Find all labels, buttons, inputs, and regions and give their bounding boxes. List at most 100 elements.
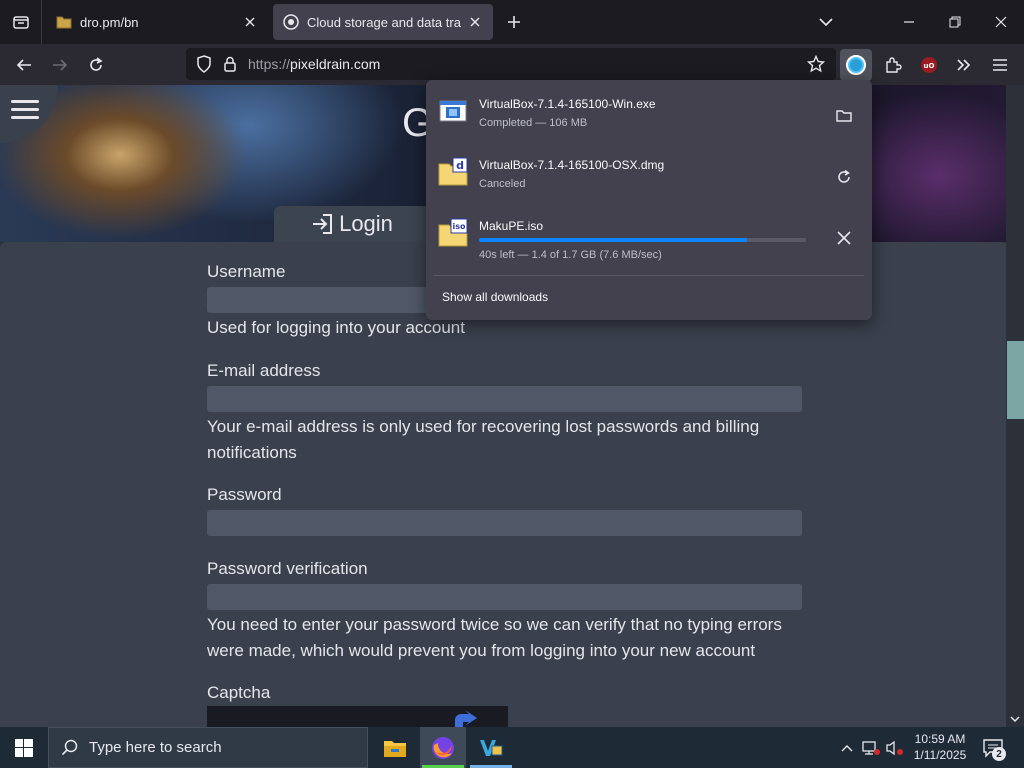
list-all-tabs-button[interactable]	[814, 10, 838, 34]
navigation-toolbar: https://pixeldrain.com uO	[0, 44, 1024, 85]
url-bar[interactable]: https://pixeldrain.com	[186, 48, 836, 80]
email-input[interactable]	[207, 386, 802, 412]
chevron-down-icon	[819, 18, 833, 27]
minimize-button[interactable]	[886, 0, 932, 44]
download-progress-fill	[479, 238, 748, 242]
search-icon	[61, 739, 79, 757]
login-tab-label: Login	[339, 211, 393, 236]
download-item[interactable]: d VirtualBox-7.1.4-165100-OSX.dmg Cancel…	[426, 141, 872, 199]
notification-badge: 2	[992, 747, 1006, 761]
email-label: E-mail address	[207, 361, 321, 380]
shield-icon[interactable]	[194, 54, 214, 74]
url-text[interactable]: https://pixeldrain.com	[248, 56, 380, 72]
captcha-widget[interactable]	[207, 706, 508, 727]
scroll-down-icon[interactable]	[1009, 713, 1021, 725]
bookmark-star-icon[interactable]	[806, 54, 826, 74]
notifications-button[interactable]: 2	[980, 735, 1006, 761]
virtualbox-app[interactable]	[468, 727, 514, 768]
captcha-label: Captcha	[207, 683, 271, 702]
url-scheme: https://	[248, 56, 291, 72]
scrollbar-thumb[interactable]	[1007, 341, 1024, 419]
reload-icon	[90, 57, 103, 71]
tab-title: dro.pm/bn	[80, 14, 139, 30]
tab-list-icon	[12, 16, 29, 29]
puzzle-icon	[886, 57, 902, 73]
login-tab[interactable]: Login	[274, 206, 430, 242]
more-tools-button[interactable]	[949, 50, 979, 80]
tab-close-icon[interactable]	[242, 14, 258, 30]
forward-button[interactable]	[45, 50, 75, 80]
downloads-panel: VirtualBox-7.1.4-165100-Win.exe Complete…	[426, 80, 872, 320]
double-chevron-right-icon	[957, 59, 971, 71]
password-verify-label: Password verification	[207, 559, 368, 578]
download-item[interactable]: iso MakuPE.iso 40s left — 1.4 of 1.7 GB …	[426, 202, 872, 261]
download-item[interactable]: VirtualBox-7.1.4-165100-Win.exe Complete…	[426, 80, 872, 138]
show-all-downloads-link[interactable]: Show all downloads	[442, 290, 548, 304]
ublock-button[interactable]: uO	[914, 50, 944, 80]
exe-file-icon	[439, 100, 467, 122]
download-progress-bar	[479, 238, 806, 242]
dmg-file-icon: d	[438, 157, 468, 186]
start-button[interactable]	[0, 727, 48, 768]
app-menu-button[interactable]	[985, 50, 1015, 80]
firefox-icon	[432, 736, 454, 759]
svg-text:uO: uO	[924, 62, 935, 70]
password-help: You need to enter your password twice so…	[207, 615, 782, 660]
new-tab-button[interactable]	[502, 10, 526, 34]
download-status: Completed — 106 MB	[479, 117, 588, 129]
download-status: 40s left — 1.4 of 1.7 GB (7.6 MB/sec)	[479, 249, 662, 261]
search-placeholder: Type here to search	[89, 739, 222, 756]
volume-muted-icon[interactable]	[886, 739, 904, 757]
windows-taskbar: Type here to search 10:59 AM 1/11/2025 2	[0, 727, 1024, 768]
password-input[interactable]	[207, 510, 802, 536]
windows-logo-icon	[15, 738, 33, 757]
ublock-icon: uO	[921, 57, 937, 73]
username-label: Username	[207, 262, 286, 281]
pixeldrain-favicon-icon	[283, 14, 299, 30]
show-hidden-icons-chevron-icon[interactable]	[838, 739, 856, 757]
reload-button[interactable]	[81, 50, 111, 80]
dmg-letter: d	[456, 159, 464, 172]
lock-icon[interactable]	[220, 54, 240, 74]
page-scrollbar[interactable]	[1006, 85, 1024, 727]
site-menu-button[interactable]	[0, 85, 58, 143]
tab-close-icon[interactable]	[467, 14, 483, 30]
close-icon	[995, 16, 1007, 28]
arrow-right-icon	[53, 59, 68, 71]
url-host: pixeldrain.com	[290, 56, 381, 72]
iso-letter: iso	[453, 222, 467, 231]
plus-icon	[508, 16, 520, 28]
retry-icon[interactable]	[832, 165, 856, 189]
tab-dro-pm[interactable]: dro.pm/bn	[46, 4, 268, 40]
file-explorer-app[interactable]	[372, 727, 418, 768]
download-status: Canceled	[479, 178, 526, 190]
folder-favicon-icon	[56, 14, 72, 30]
file-explorer-icon	[384, 740, 406, 757]
login-icon	[311, 213, 335, 235]
tab-strip: dro.pm/bn Cloud storage and data transfe…	[0, 0, 1024, 44]
clock-time: 10:59 AM	[914, 732, 966, 746]
download-name: VirtualBox-7.1.4-165100-OSX.dmg	[479, 158, 665, 172]
back-button[interactable]	[9, 50, 39, 80]
firefox-app[interactable]	[420, 727, 466, 768]
hamburger-menu-icon	[993, 59, 1007, 71]
tab-title: Cloud storage and data transfer	[307, 14, 461, 30]
restore-button[interactable]	[932, 0, 978, 44]
download-name: VirtualBox-7.1.4-165100-Win.exe	[479, 97, 656, 111]
minimize-icon	[904, 21, 914, 23]
close-window-button[interactable]	[978, 0, 1024, 44]
system-clock[interactable]: 10:59 AM 1/11/2025	[908, 731, 972, 763]
folder-icon[interactable]	[832, 104, 856, 128]
taskbar-search[interactable]: Type here to search	[48, 727, 368, 768]
tab-list-button[interactable]	[0, 0, 42, 44]
iso-file-icon: iso	[438, 218, 468, 247]
tab-pixeldrain[interactable]: Cloud storage and data transfer	[273, 4, 493, 40]
cancel-icon[interactable]	[832, 226, 856, 250]
password-verify-input[interactable]	[207, 584, 802, 610]
captcha-logo-icon	[455, 710, 477, 727]
restore-icon	[949, 16, 961, 28]
extensions-button[interactable]	[878, 50, 908, 80]
network-icon[interactable]	[862, 739, 880, 757]
divider	[434, 275, 864, 276]
downloads-button[interactable]	[840, 49, 872, 81]
